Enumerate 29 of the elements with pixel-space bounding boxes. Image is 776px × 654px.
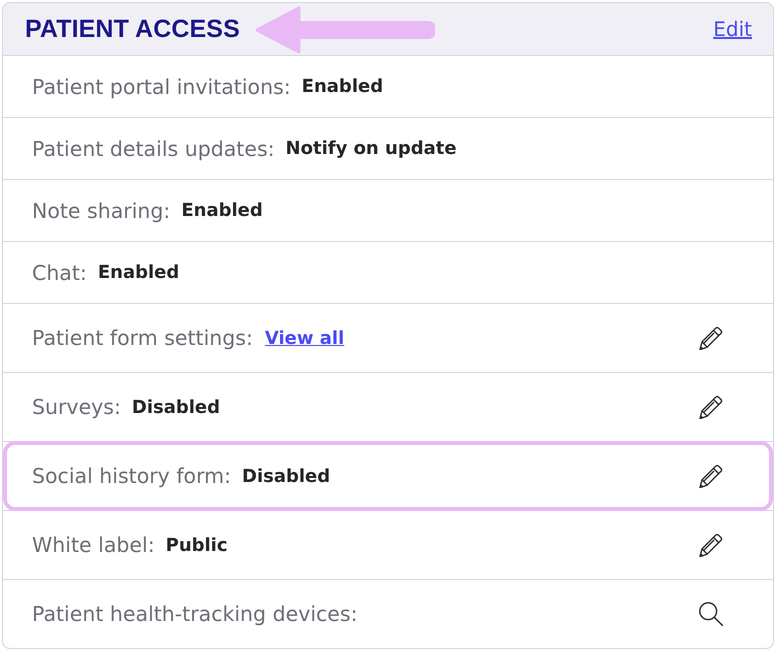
section-title: PATIENT ACCESS	[25, 14, 240, 44]
pencil-icon	[699, 533, 723, 557]
setting-value: Enabled	[181, 200, 263, 221]
search-button[interactable]	[699, 602, 723, 626]
pencil-icon	[699, 395, 723, 419]
setting-label: Patient form settings:	[32, 326, 253, 350]
setting-label: Note sharing:	[32, 198, 170, 222]
setting-label: Social history form:	[32, 464, 232, 488]
pencil-icon	[699, 326, 723, 350]
search-icon	[699, 602, 723, 626]
setting-label: Chat:	[32, 260, 87, 284]
setting-value: Enabled	[98, 262, 180, 283]
setting-label: Patient details updates:	[32, 136, 275, 160]
edit-link[interactable]: Edit	[713, 17, 752, 41]
setting-label: White label:	[32, 533, 155, 557]
edit-button[interactable]	[699, 533, 723, 557]
setting-value: Disabled	[132, 396, 220, 418]
setting-value: Enabled	[302, 76, 384, 97]
setting-label: Surveys:	[32, 395, 121, 419]
edit-button[interactable]	[699, 464, 723, 488]
view-all-link[interactable]: View all	[264, 328, 344, 348]
pencil-icon	[699, 464, 723, 488]
setting-label: Patient portal invitations:	[32, 74, 291, 98]
setting-value: Disabled	[242, 466, 330, 486]
edit-button[interactable]	[699, 395, 723, 419]
setting-value: Public	[166, 534, 228, 556]
edit-button[interactable]	[699, 326, 723, 350]
setting-label: Patient health-tracking devices:	[32, 602, 358, 626]
setting-value: Notify on update	[286, 138, 457, 159]
